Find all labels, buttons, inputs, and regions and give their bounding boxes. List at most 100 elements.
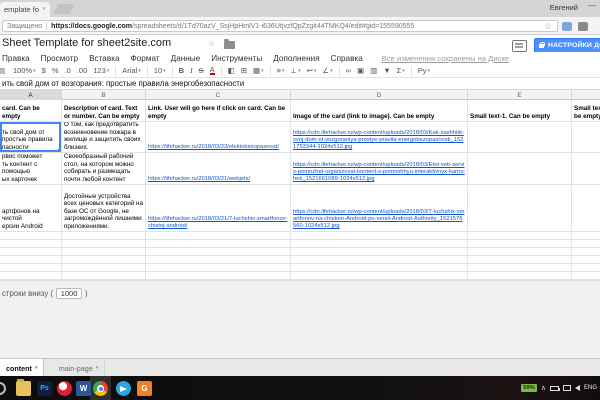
cell-F[interactable] xyxy=(572,248,600,255)
insert-comment-icon[interactable]: ▣ xyxy=(357,66,364,75)
bookmark-star-icon[interactable]: ☆ xyxy=(544,21,552,31)
cell-C[interactable] xyxy=(146,248,291,255)
column-header-C[interactable]: C xyxy=(146,90,291,100)
cell-E[interactable] xyxy=(468,240,572,247)
cell-C2[interactable]: https://lifehacker.ru/2018/03/23/elektob… xyxy=(146,122,291,152)
cell-E[interactable] xyxy=(468,256,572,263)
cell-C[interactable] xyxy=(146,240,291,247)
italic-icon[interactable]: I xyxy=(190,66,193,75)
cell-C4[interactable]: https://lifehacker.ru/2018/03/21/7-luchs… xyxy=(146,185,291,231)
cell-E[interactable] xyxy=(468,264,572,271)
cell-F2[interactable] xyxy=(572,122,600,152)
paint-icon[interactable] xyxy=(57,381,72,396)
cell-D[interactable] xyxy=(291,256,468,263)
cell-A[interactable] xyxy=(0,240,62,247)
word-icon[interactable]: W xyxy=(76,381,91,396)
font-select[interactable]: Arial▾ xyxy=(122,66,141,75)
number-format-select[interactable]: 123▾ xyxy=(93,66,109,75)
telegram-icon[interactable] xyxy=(116,381,131,396)
window-minimize-icon[interactable]: — xyxy=(588,1,596,10)
strikethrough-icon[interactable]: S xyxy=(199,66,204,75)
cell-C[interactable] xyxy=(146,256,291,263)
menu-правка[interactable]: Правка xyxy=(2,54,30,63)
format-percent-icon[interactable]: % xyxy=(52,66,59,75)
move-to-folder-icon[interactable] xyxy=(224,41,235,49)
new-tab-button[interactable] xyxy=(54,4,75,14)
cell-B3[interactable]: Своеобразный рабочий стол, на котором мо… xyxy=(62,153,146,184)
horizontal-align-icon[interactable]: ≡▾ xyxy=(277,66,285,75)
cell-B[interactable] xyxy=(62,232,146,239)
vertical-align-icon[interactable]: ⊥▾ xyxy=(291,66,301,75)
cell-A2[interactable]: ть свой дом от простые правила пасности xyxy=(0,122,62,152)
increase-decimals-icon[interactable]: .00 xyxy=(77,66,87,75)
cell-A1[interactable]: card. Can be empty xyxy=(0,100,62,121)
extension-icon[interactable] xyxy=(562,22,572,31)
cell-D[interactable] xyxy=(291,264,468,271)
browser-tab[interactable]: emplate fo × xyxy=(0,2,50,17)
volume-icon[interactable] xyxy=(575,385,580,391)
cell-D3[interactable]: https://cdn.lifehacker.ru/wp-content/upl… xyxy=(291,153,468,184)
tab-close-icon[interactable]: × xyxy=(42,6,46,13)
sheet-tab-main-page[interactable]: main-page▾ xyxy=(53,359,105,377)
language-indicator[interactable]: ENG xyxy=(584,385,597,391)
extension-icon[interactable] xyxy=(578,22,588,31)
column-header-D[interactable]: D xyxy=(291,90,468,100)
cell-F1[interactable]: Small text-2. Can be empty xyxy=(572,100,600,121)
sheet-tab-content[interactable]: content▾ xyxy=(0,359,44,377)
cell-D[interactable] xyxy=(291,272,468,279)
cell-A4[interactable]: артфонов на чистой ерсии Android xyxy=(0,185,62,231)
hidden-icons-chevron-icon[interactable]: ∧ xyxy=(541,384,546,392)
cell-F[interactable] xyxy=(572,264,600,271)
fill-color-icon[interactable]: ◧ xyxy=(228,66,235,75)
cell-C3[interactable]: https://lifehacker.ru/2018/03/21/webjets… xyxy=(146,153,291,184)
cell-B[interactable] xyxy=(62,256,146,263)
filter-icon[interactable]: ▼ xyxy=(383,66,390,75)
menu-просмотр[interactable]: Просмотр xyxy=(41,54,78,63)
insert-chart-icon[interactable]: ▥ xyxy=(370,66,377,75)
column-header-E[interactable]: E xyxy=(468,90,572,100)
cell-C[interactable] xyxy=(146,264,291,271)
file-explorer-icon[interactable] xyxy=(16,381,31,396)
paint-format-icon[interactable]: ▤ xyxy=(0,66,7,75)
battery-icon[interactable] xyxy=(550,386,559,391)
column-header-F[interactable]: F xyxy=(572,90,600,100)
cell-C[interactable] xyxy=(146,232,291,239)
font-size-select[interactable]: 10▾ xyxy=(154,66,166,75)
chrome-icon[interactable] xyxy=(93,381,108,396)
menu-справка[interactable]: Справка xyxy=(331,54,363,63)
cell-B4[interactable]: Достойные устройства всех ценовых катего… xyxy=(62,185,146,231)
cell-E[interactable] xyxy=(468,248,572,255)
formula-bar[interactable]: ить свой дом от возгорания: простые прав… xyxy=(0,78,600,90)
column-header-B[interactable]: B xyxy=(62,90,146,100)
cell-A3[interactable]: рвис поможет ть контент с помощью ых кар… xyxy=(0,153,62,184)
functions-icon[interactable]: Σ▾ xyxy=(397,66,405,75)
menu-дополнения[interactable]: Дополнения xyxy=(273,54,319,63)
column-header-A[interactable]: A xyxy=(0,90,62,100)
text-wrap-icon[interactable]: ↩▾ xyxy=(307,66,317,75)
cell-D1[interactable]: Image of the card (link to image). Can b… xyxy=(291,100,468,121)
comments-button[interactable] xyxy=(512,40,527,52)
cell-B[interactable] xyxy=(62,248,146,255)
borders-icon[interactable]: ⊞ xyxy=(241,66,247,75)
cell-D2[interactable]: https://cdn.lifehacker.ru/wp-content/upl… xyxy=(291,122,468,152)
cell-F[interactable] xyxy=(572,256,600,263)
menu-формат[interactable]: Формат xyxy=(131,54,160,63)
cell-E4[interactable] xyxy=(468,185,572,231)
rows-count-input[interactable]: 1000 xyxy=(56,288,82,299)
insert-link-icon[interactable]: ∞ xyxy=(346,66,351,75)
cell-A[interactable] xyxy=(0,272,62,279)
share-settings-button[interactable]: НАСТРОЙКИ ДОСТУПА xyxy=(534,38,600,53)
cell-E2[interactable] xyxy=(468,122,572,152)
cell-D[interactable] xyxy=(291,240,468,247)
cell-A[interactable] xyxy=(0,248,62,255)
decrease-decimals-icon[interactable]: .0 xyxy=(65,66,71,75)
menu-данные[interactable]: Данные xyxy=(171,54,201,63)
cell-C[interactable] xyxy=(146,272,291,279)
menu-инструменты[interactable]: Инструменты xyxy=(211,54,262,63)
cell-A[interactable] xyxy=(0,256,62,263)
merge-cells-icon[interactable]: ▦▾ xyxy=(253,66,264,75)
menu-вставка[interactable]: Вставка xyxy=(89,54,119,63)
network-icon[interactable] xyxy=(563,385,571,391)
gold-app-icon[interactable]: G xyxy=(137,381,152,396)
cell-A[interactable] xyxy=(0,264,62,271)
